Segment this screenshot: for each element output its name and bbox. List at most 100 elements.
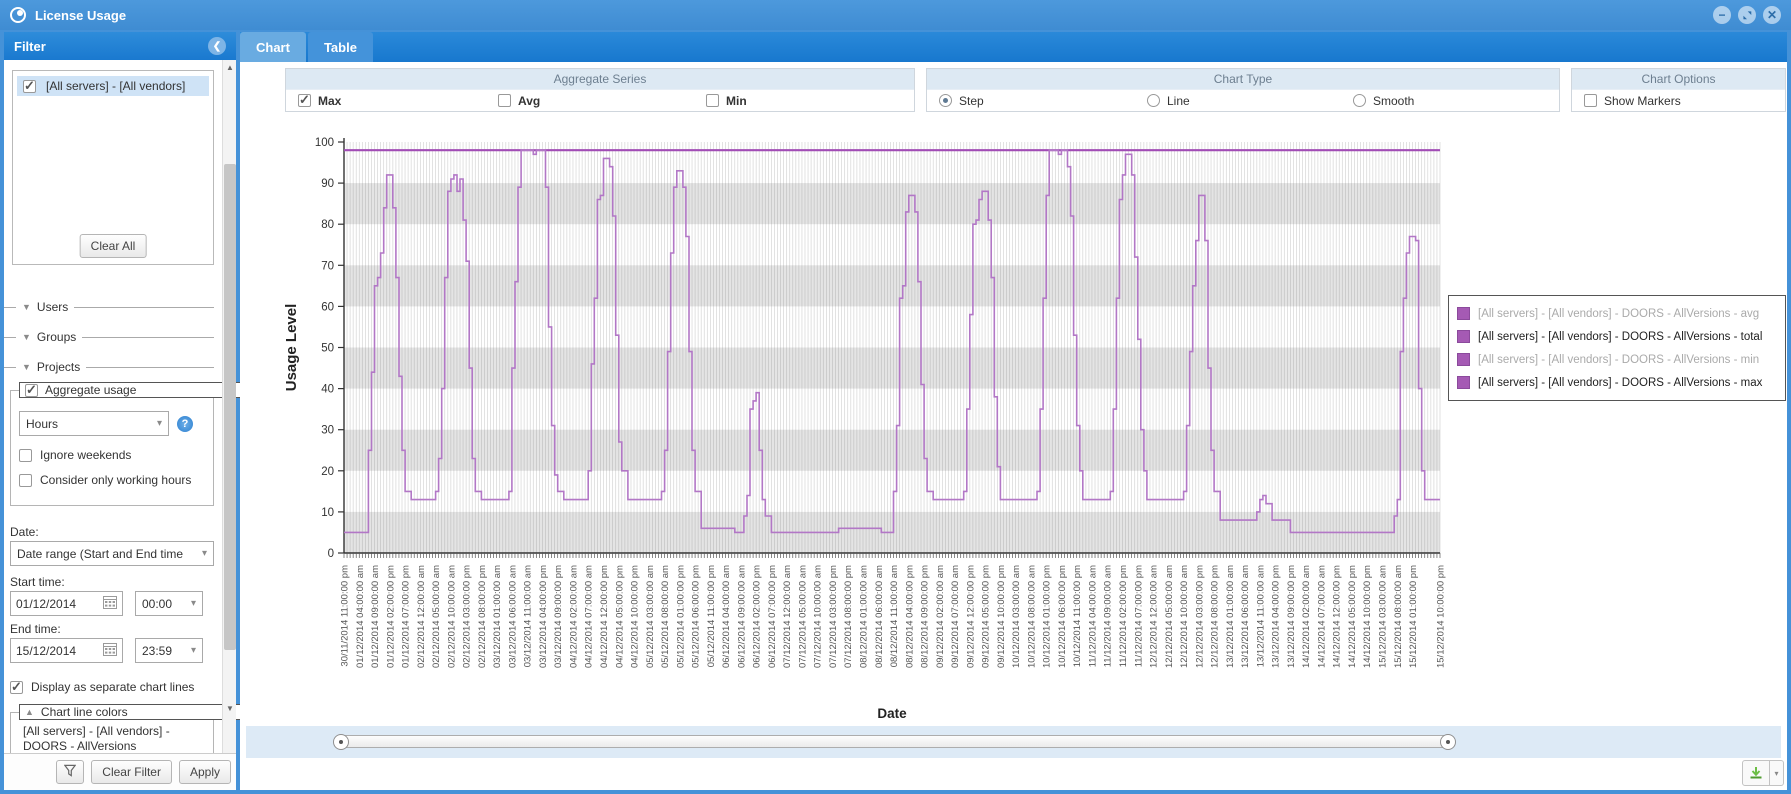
sidebar-section-projects[interactable]: ▼ Projects: [4, 360, 214, 374]
end-time-select[interactable]: 23:59 ▾: [135, 638, 203, 663]
separate-lines-checkbox[interactable]: [10, 681, 23, 694]
sidebar-section-users[interactable]: ▼ Users: [4, 300, 214, 314]
calendar-icon[interactable]: [103, 596, 117, 612]
apply-button[interactable]: Apply: [179, 760, 231, 784]
scroll-down-icon[interactable]: ▼: [223, 701, 237, 716]
ignore-weekends-checkbox[interactable]: [19, 449, 32, 462]
legend-item[interactable]: [All servers] - [All vendors] - DOORS - …: [1457, 302, 1777, 325]
x-tick-label: 12/12/2014 05:00:00 am: [1164, 565, 1175, 668]
legend-item[interactable]: [All servers] - [All vendors] - DOORS - …: [1457, 371, 1777, 394]
chart-type-title: Chart Type: [927, 69, 1559, 90]
max-checkbox[interactable]: [298, 94, 311, 107]
x-tick-label: 10/12/2014 01:00:00 pm: [1042, 565, 1053, 668]
section-label: Groups: [37, 330, 76, 344]
x-tick-label: 02/12/2014 08:00:00 pm: [477, 565, 488, 668]
x-tick-label: 11/12/2014 02:00:00 pm: [1118, 565, 1129, 667]
x-tick-label: 09/12/2014 05:00:00 pm: [981, 565, 992, 668]
x-tick-label: 09/12/2014 02:00:00 am: [935, 565, 946, 668]
chart-line-colors-label: Chart line colors: [41, 705, 128, 719]
start-time-select[interactable]: 00:00 ▾: [135, 591, 203, 616]
show-markers-checkbox[interactable]: [1584, 94, 1597, 107]
x-tick-label: 03/12/2014 01:00:00 am: [492, 565, 503, 668]
collapse-panel-button[interactable]: ❮: [208, 37, 226, 55]
x-tick-label: 15/12/2014 08:00:00 am: [1393, 565, 1404, 668]
clear-filter-button[interactable]: Clear Filter: [91, 760, 172, 784]
legend-item[interactable]: [All servers] - [All vendors] - DOORS - …: [1457, 325, 1777, 348]
chart-legend: [All servers] - [All vendors] - DOORS - …: [1448, 295, 1786, 401]
aggregate-usage-label: Aggregate usage: [45, 383, 136, 397]
avg-checkbox[interactable]: [498, 94, 511, 107]
server-listbox: [All servers] - [All vendors] Clear All: [12, 70, 214, 265]
date-range-select[interactable]: Date range (Start and End time ▾: [10, 541, 214, 566]
tab-table[interactable]: Table: [308, 32, 373, 62]
slider-right-handle[interactable]: [1440, 734, 1456, 750]
start-date-field[interactable]: 01/12/2014: [10, 591, 123, 616]
calendar-icon[interactable]: [103, 643, 117, 659]
x-tick-label: 12/12/2014 08:00:00 pm: [1210, 565, 1221, 668]
x-tick-label: 05/12/2014 06:00:00 pm: [691, 565, 702, 668]
show-markers-label: Show Markers: [1604, 94, 1681, 108]
x-tick-label: 08/12/2014 01:00:00 am: [858, 565, 869, 668]
x-tick-label: 01/12/2014 02:00:00 pm: [385, 565, 396, 668]
tab-chart[interactable]: Chart: [240, 32, 306, 62]
x-tick-label: 13/12/2014 11:00:00 am: [1255, 565, 1266, 667]
filter-panel: Filter ❮ [All servers] - [All vendors] C…: [4, 32, 236, 790]
maximize-icon: [1742, 10, 1752, 20]
aggregate-unit-select[interactable]: Hours ▾: [19, 411, 169, 436]
server-item-label: [All servers] - [All vendors]: [46, 79, 185, 93]
y-tick-label: 10: [321, 507, 334, 519]
avg-label: Avg: [518, 94, 540, 108]
x-tick-label: 09/12/2014 07:00:00 am: [950, 565, 961, 668]
y-tick-label: 40: [321, 384, 334, 396]
x-tick-label: 02/12/2014 05:00:00 am: [431, 565, 442, 668]
y-tick-label: 100: [315, 137, 334, 149]
x-tick-label: 10/12/2014 08:00:00 am: [1026, 565, 1037, 668]
step-radio[interactable]: [939, 94, 952, 107]
x-tick-label: 13/12/2014 01:00:00 am: [1225, 565, 1236, 668]
legend-item[interactable]: [All servers] - [All vendors] - DOORS - …: [1457, 348, 1777, 371]
x-tick-label: 07/12/2014 08:00:00 pm: [843, 565, 854, 668]
x-tick-label: 30/11/2014 11:00:00 pm: [340, 565, 351, 667]
sidebar-section-groups[interactable]: ▼ Groups: [4, 330, 214, 344]
window-minimize-button[interactable]: −: [1713, 6, 1731, 24]
export-dropdown-button[interactable]: ▾: [1770, 760, 1784, 786]
chevron-down-icon: ▾: [191, 645, 196, 656]
end-date-field[interactable]: 15/12/2014: [10, 638, 123, 663]
min-checkbox[interactable]: [706, 94, 719, 107]
chevron-down-icon: ▼: [22, 302, 31, 312]
chevron-down-icon: ▼: [22, 362, 31, 372]
line-radio[interactable]: [1147, 94, 1160, 107]
aggregate-usage-checkbox[interactable]: [25, 384, 38, 397]
x-tick-label: 04/12/2014 12:00:00 pm: [599, 565, 610, 668]
x-tick-label: 05/12/2014 11:00:00 pm: [706, 565, 717, 667]
x-tick-label: 11/12/2014 04:00:00 am: [1087, 565, 1098, 667]
smooth-radio[interactable]: [1353, 94, 1366, 107]
x-tick-label: 03/12/2014 09:00:00 pm: [553, 565, 564, 668]
window-maximize-button[interactable]: [1738, 6, 1756, 24]
help-icon[interactable]: ?: [177, 416, 193, 432]
working-hours-checkbox[interactable]: [19, 474, 32, 487]
scrollbar-thumb[interactable]: [224, 164, 236, 650]
x-tick-label: 10/12/2014 03:00:00 am: [1011, 565, 1022, 668]
list-item[interactable]: [All servers] - [All vendors]: [17, 76, 209, 96]
time-range-slider-track[interactable]: [335, 735, 1454, 748]
x-tick-label: 08/12/2014 06:00:00 am: [874, 565, 885, 668]
window-close-button[interactable]: ✕: [1763, 6, 1781, 24]
clear-all-button[interactable]: Clear All: [80, 234, 147, 258]
chart-options-panel: Chart Options Show Markers: [1571, 68, 1786, 112]
x-tick-label: 08/12/2014 11:00:00 am: [889, 565, 900, 667]
filter-funnel-button[interactable]: [56, 760, 84, 784]
legend-swatch: [1457, 330, 1470, 343]
time-range-slider-band: [246, 726, 1781, 758]
x-tick-label: 12/12/2014 10:00:00 am: [1179, 565, 1190, 668]
scroll-up-icon[interactable]: ▲: [223, 60, 237, 75]
slider-left-handle[interactable]: [333, 734, 349, 750]
legend-label: [All servers] - [All vendors] - DOORS - …: [1478, 331, 1762, 343]
chevron-up-icon[interactable]: ▲: [25, 707, 34, 717]
export-chart-button[interactable]: [1742, 760, 1770, 786]
filter-footer: Clear Filter Apply: [4, 753, 236, 790]
legend-swatch: [1457, 307, 1470, 320]
x-tick-label: 10/12/2014 11:00:00 pm: [1072, 565, 1083, 667]
server-checkbox[interactable]: [23, 80, 36, 93]
start-date-value: 01/12/2014: [16, 597, 76, 611]
